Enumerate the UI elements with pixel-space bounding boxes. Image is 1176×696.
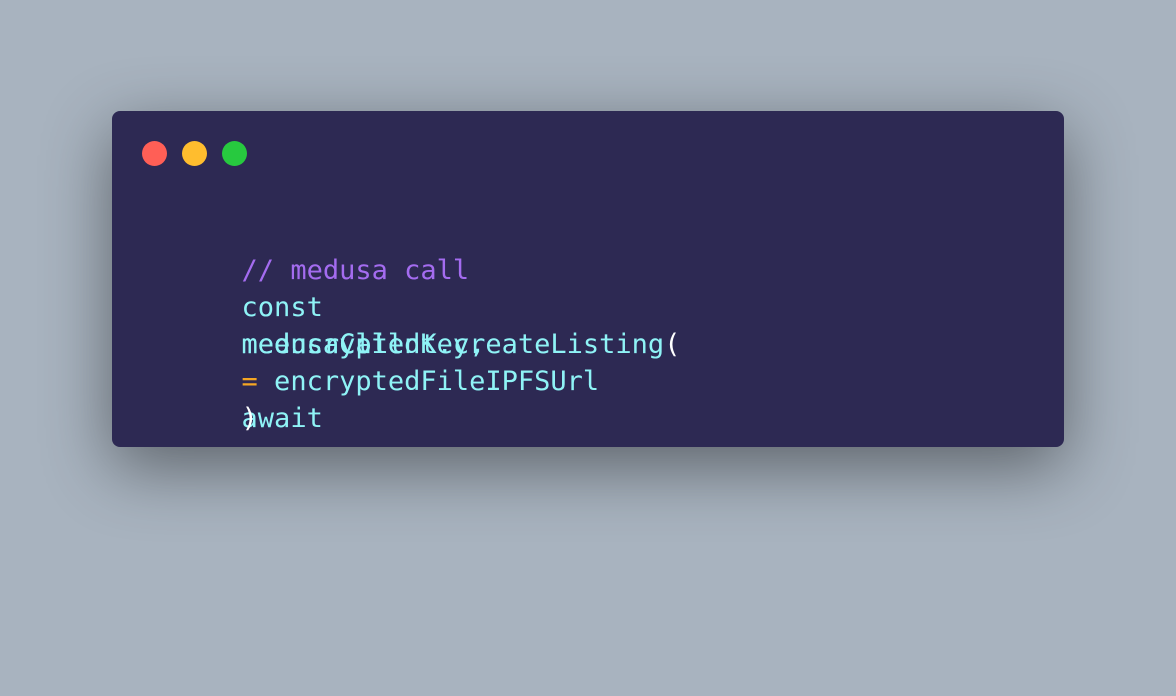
argument-encrypted-file-url: encryptedFileIPFSUrl [241,366,600,397]
close-paren: ) [241,403,258,434]
code-window: // medusa call const medusaCall = await … [112,111,1064,447]
code-line-close: ) [144,363,258,474]
minimize-icon[interactable] [182,141,207,166]
close-icon[interactable] [142,141,167,166]
maximize-icon[interactable] [222,141,247,166]
code-block: // medusa call const medusaCall = await … [144,215,681,696]
open-paren: ( [664,329,681,360]
